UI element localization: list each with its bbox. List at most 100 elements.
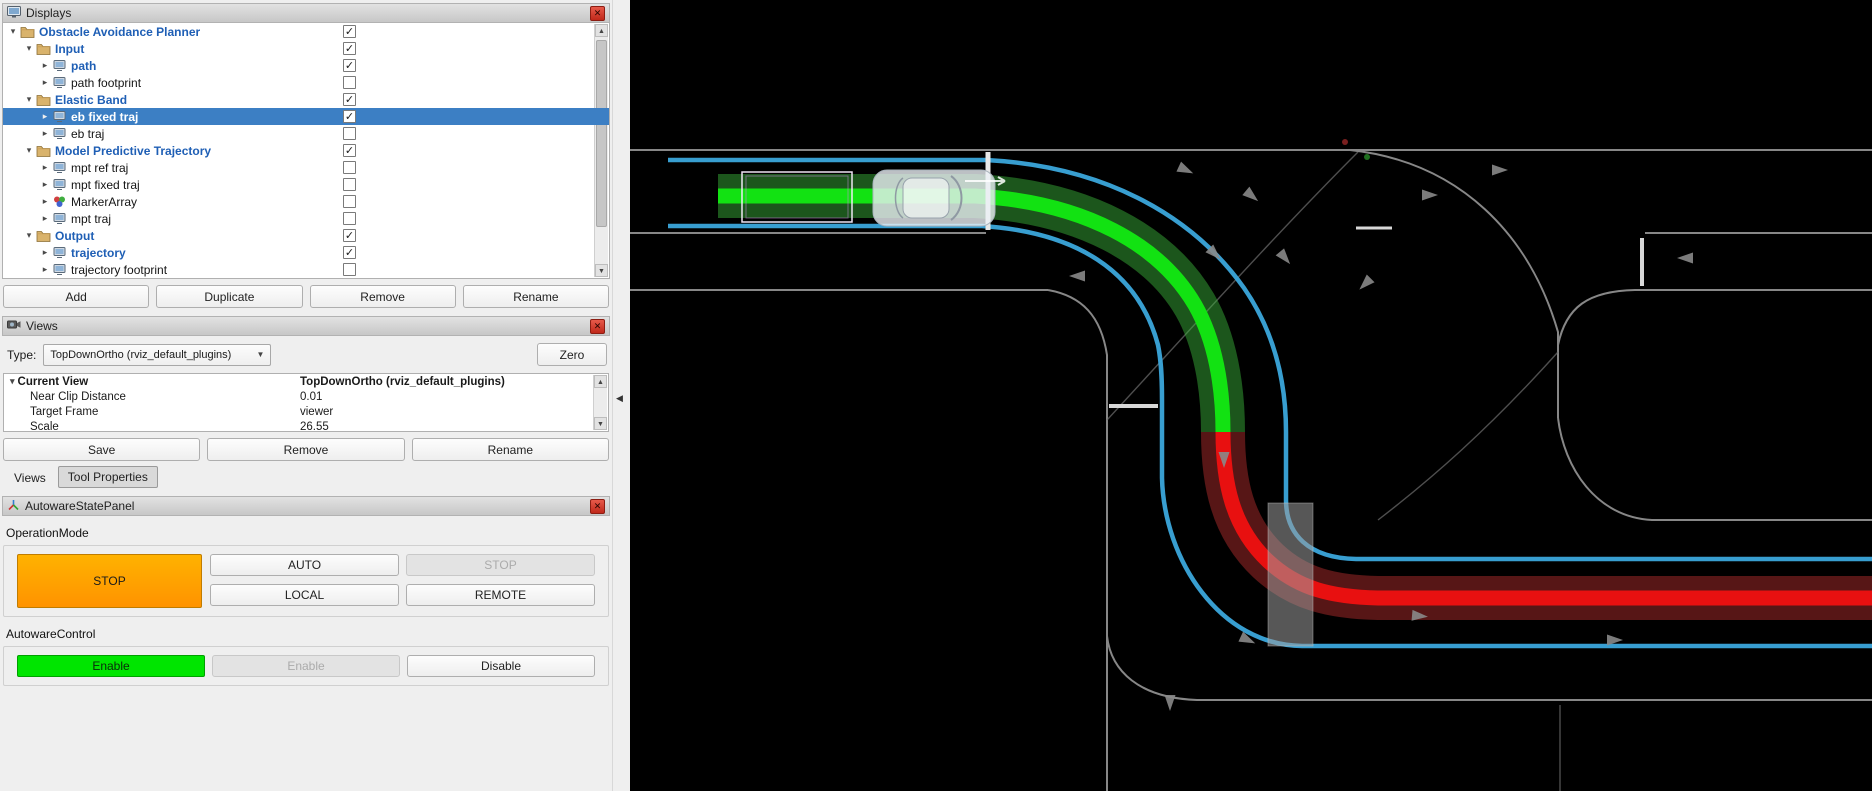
displays-tree[interactable]: ▲ ▼ ▾Obstacle Avoidance Planner✓▾Input✓▸… [2, 23, 610, 279]
3d-viewport[interactable] [630, 0, 1872, 791]
remote-button[interactable]: REMOTE [406, 584, 595, 606]
collapse-arrow-icon[interactable]: ▾ [10, 376, 15, 387]
scroll-up-icon[interactable]: ▲ [594, 375, 607, 388]
property-row[interactable]: Scale 26.55 [4, 419, 608, 432]
display-enabled-checkbox[interactable] [343, 76, 356, 89]
collapse-arrow-icon[interactable]: ▾ [23, 230, 35, 241]
expand-arrow-icon[interactable]: ▸ [39, 162, 51, 173]
display-enabled-checkbox[interactable]: ✓ [343, 42, 356, 55]
expand-arrow-icon[interactable]: ▸ [39, 196, 51, 207]
lane-direction-arrow [1176, 162, 1195, 179]
display-row-mpt-traj[interactable]: ▸ mpt traj [3, 210, 609, 227]
expand-arrow-icon[interactable]: ▸ [39, 128, 51, 139]
displays-panel-titlebar[interactable]: Displays ✕ [2, 3, 610, 23]
display-row-model-predictive-trajectory[interactable]: ▾Model Predictive Trajectory✓ [3, 142, 609, 159]
display-enabled-checkbox[interactable]: ✓ [343, 229, 356, 242]
display-row-obstacle-avoidance-planner[interactable]: ▾Obstacle Avoidance Planner✓ [3, 23, 609, 40]
enable-active-button[interactable]: Enable [17, 655, 205, 677]
zero-button[interactable]: Zero [537, 343, 607, 366]
close-icon[interactable]: ✕ [590, 499, 605, 514]
display-row-elastic-band[interactable]: ▾Elastic Band✓ [3, 91, 609, 108]
left-dock-area: Displays ✕ ▲ ▼ ▾Obstacle Avoidance Plann… [0, 0, 612, 791]
display-enabled-checkbox[interactable] [343, 212, 356, 225]
marker-array-icon [51, 195, 67, 209]
property-row[interactable]: Target Frame viewer [4, 404, 608, 419]
expand-arrow-icon[interactable]: ▸ [39, 60, 51, 71]
property-name: Current View [18, 376, 89, 388]
display-enabled-checkbox[interactable]: ✓ [343, 25, 356, 38]
display-enabled-checkbox[interactable] [343, 161, 356, 174]
display-row-trajectory-footprint[interactable]: ▸ trajectory footprint [3, 261, 609, 278]
display-row-eb-fixed-traj[interactable]: ▸eb fixed traj✓ [3, 108, 609, 125]
views-property-grid[interactable]: ▾Current View TopDownOrtho (rviz_default… [3, 373, 609, 432]
remove-view-button[interactable]: Remove [207, 438, 404, 461]
folder-icon [35, 93, 51, 107]
display-row-markerarray[interactable]: ▸MarkerArray [3, 193, 609, 210]
collapse-panel-icon[interactable]: ◀ [616, 393, 623, 404]
display-row-output[interactable]: ▾Output✓ [3, 227, 609, 244]
display-label: mpt traj [71, 212, 111, 226]
display-label: trajectory footprint [71, 263, 167, 277]
property-value[interactable]: 26.55 [300, 421, 608, 433]
rename-button[interactable]: Rename [463, 285, 609, 308]
display-icon [51, 246, 67, 260]
property-value[interactable]: viewer [300, 406, 608, 418]
close-icon[interactable]: ✕ [590, 6, 605, 21]
auto-button[interactable]: AUTO [210, 554, 399, 576]
property-row[interactable]: Near Clip Distance 0.01 [4, 389, 608, 404]
stop-active-button[interactable]: STOP [17, 554, 202, 608]
display-enabled-checkbox[interactable]: ✓ [343, 110, 356, 123]
property-value[interactable]: 0.01 [300, 391, 608, 403]
display-row-mpt-ref-traj[interactable]: ▸mpt ref traj [3, 159, 609, 176]
scroll-down-icon[interactable]: ▼ [594, 417, 607, 430]
expand-arrow-icon[interactable]: ▸ [39, 247, 51, 258]
collapse-arrow-icon[interactable]: ▾ [23, 145, 35, 156]
display-row-input[interactable]: ▾Input✓ [3, 40, 609, 57]
display-row-eb-traj[interactable]: ▸eb traj [3, 125, 609, 142]
display-enabled-checkbox[interactable] [343, 195, 356, 208]
displays-icon [7, 6, 21, 21]
display-label: trajectory [71, 246, 126, 260]
display-enabled-checkbox[interactable]: ✓ [343, 59, 356, 72]
display-enabled-checkbox[interactable]: ✓ [343, 246, 356, 259]
disable-button[interactable]: Disable [407, 655, 595, 677]
collapse-arrow-icon[interactable]: ▾ [7, 26, 19, 37]
display-label: path footprint [71, 76, 141, 90]
tab-tool-properties[interactable]: Tool Properties [58, 466, 158, 488]
expand-arrow-icon[interactable]: ▸ [39, 111, 51, 122]
display-row-mpt-fixed-traj[interactable]: ▸mpt fixed traj [3, 176, 609, 193]
expand-arrow-icon[interactable]: ▸ [39, 179, 51, 190]
duplicate-button[interactable]: Duplicate [156, 285, 302, 308]
views-scrollbar[interactable]: ▲ ▼ [593, 375, 607, 430]
lane-direction-arrow [1355, 274, 1374, 293]
rename-view-button[interactable]: Rename [412, 438, 609, 461]
property-name: Target Frame [30, 406, 98, 418]
display-enabled-checkbox[interactable] [343, 127, 356, 140]
views-panel-titlebar[interactable]: Views ✕ [2, 316, 610, 336]
close-icon[interactable]: ✕ [590, 319, 605, 334]
panel-title: AutowareStatePanel [25, 499, 134, 513]
collapse-arrow-icon[interactable]: ▾ [23, 94, 35, 105]
display-enabled-checkbox[interactable] [343, 263, 356, 276]
lane-direction-arrow [1276, 248, 1295, 267]
local-button[interactable]: LOCAL [210, 584, 399, 606]
expand-arrow-icon[interactable]: ▸ [39, 213, 51, 224]
display-enabled-checkbox[interactable]: ✓ [343, 93, 356, 106]
display-row-path-footprint[interactable]: ▸ path footprint [3, 74, 609, 91]
add-button[interactable]: Add [3, 285, 149, 308]
expand-arrow-icon[interactable]: ▸ [39, 264, 51, 275]
collapse-arrow-icon[interactable]: ▾ [23, 43, 35, 54]
type-label: Type: [7, 348, 36, 362]
display-row-path[interactable]: ▸path✓ [3, 57, 609, 74]
autoware-panel-titlebar[interactable]: AutowareStatePanel ✕ [2, 496, 610, 516]
tab-views[interactable]: Views [5, 468, 55, 488]
view-type-dropdown[interactable]: TopDownOrtho (rviz_default_plugins) ▼ [43, 344, 271, 366]
dock-splitter[interactable]: ◀ [612, 0, 630, 791]
save-button[interactable]: Save [3, 438, 200, 461]
display-row-trajectory[interactable]: ▸ trajectory ✓ [3, 244, 609, 261]
display-enabled-checkbox[interactable] [343, 178, 356, 191]
remove-button[interactable]: Remove [310, 285, 456, 308]
expand-arrow-icon[interactable]: ▸ [39, 77, 51, 88]
display-enabled-checkbox[interactable]: ✓ [343, 144, 356, 157]
property-row[interactable]: ▾Current View TopDownOrtho (rviz_default… [4, 374, 608, 389]
